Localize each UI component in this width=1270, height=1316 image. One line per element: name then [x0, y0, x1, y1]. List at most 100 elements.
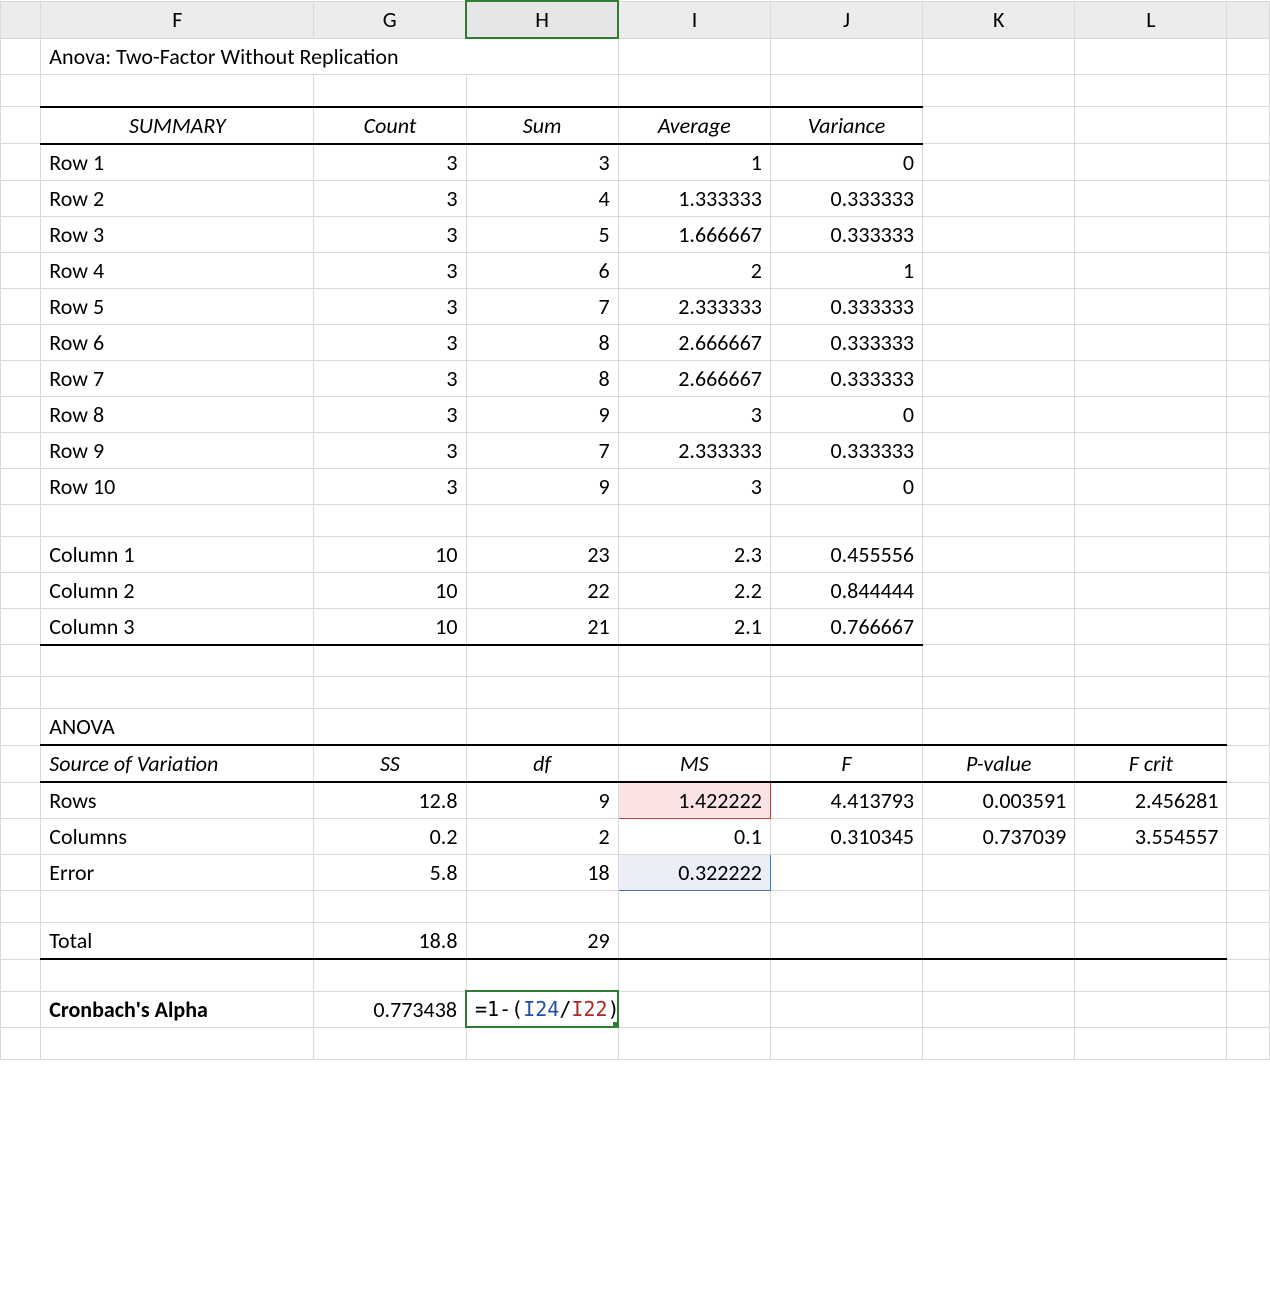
- table-row: Row 3351.6666670.333333: [1, 216, 1270, 252]
- cell[interactable]: [1075, 38, 1227, 75]
- formula-cell[interactable]: =1-(I24/I22): [466, 991, 618, 1027]
- row-blank: [1, 959, 1270, 991]
- row-stub[interactable]: [1, 645, 41, 677]
- row-blank: [1, 1027, 1270, 1059]
- summary-count[interactable]: Count: [314, 107, 466, 144]
- table-row: Row 103930: [1, 468, 1270, 504]
- formula-ref-i24: I24: [523, 997, 559, 1021]
- col-J[interactable]: J: [770, 1, 922, 38]
- cell[interactable]: [770, 38, 922, 75]
- table-row: Row 43621: [1, 252, 1270, 288]
- formula-ref-i22: I22: [571, 997, 607, 1021]
- cell-ms-rows[interactable]: 1.422222: [618, 782, 770, 819]
- row-stub[interactable]: [1, 75, 41, 107]
- row-title: Anova: Two-Factor Without Replication: [1, 38, 1270, 75]
- row-stub[interactable]: [1, 819, 41, 855]
- row-stub[interactable]: [1, 677, 41, 709]
- formula-slash: /: [559, 997, 571, 1021]
- row-cronbach: Cronbach's Alpha 0.773438 =1-(I24/I22): [1, 991, 1270, 1027]
- cell-ms-error[interactable]: 0.322222: [618, 855, 770, 891]
- row-stub[interactable]: [1, 855, 41, 891]
- row-stub[interactable]: [1, 1027, 41, 1059]
- table-row: Column 110232.30.455556: [1, 536, 1270, 572]
- col-G[interactable]: G: [314, 1, 466, 38]
- summary-label[interactable]: SUMMARY: [41, 107, 314, 144]
- row-stub[interactable]: [1, 396, 41, 432]
- col-I[interactable]: I: [618, 1, 770, 38]
- anova-p[interactable]: P-value: [923, 745, 1075, 782]
- anova-ms[interactable]: MS: [618, 745, 770, 782]
- cronbach-value[interactable]: 0.773438: [314, 991, 466, 1027]
- row-stub[interactable]: [1, 745, 41, 782]
- row-stub[interactable]: [1, 709, 41, 746]
- row-stub[interactable]: [1, 536, 41, 572]
- row-stub[interactable]: [1, 252, 41, 288]
- summary-sum[interactable]: Sum: [466, 107, 618, 144]
- table-row: Row 6382.6666670.333333: [1, 324, 1270, 360]
- col-H[interactable]: H: [466, 1, 618, 38]
- row-blank: [1, 645, 1270, 677]
- table-row: Row 2341.3333330.333333: [1, 180, 1270, 216]
- row-stub[interactable]: [1, 782, 41, 819]
- anova-ss[interactable]: SS: [314, 745, 466, 782]
- fill-handle[interactable]: [613, 1022, 618, 1027]
- row-stub[interactable]: [1, 608, 41, 645]
- row-stub[interactable]: [1, 468, 41, 504]
- row-stub[interactable]: [1, 572, 41, 608]
- anova-src[interactable]: Source of Variation: [41, 745, 314, 782]
- row-anova-total: Total 18.8 29: [1, 923, 1270, 960]
- summary-var[interactable]: Variance: [770, 107, 922, 144]
- row-stub[interactable]: [1, 991, 41, 1027]
- table-row: Columns 0.2 2 0.1 0.310345 0.737039 3.55…: [1, 819, 1270, 855]
- row-stub[interactable]: [1, 38, 41, 75]
- column-header-row: F G H I J K L: [1, 1, 1270, 38]
- table-row: Column 210222.20.844444: [1, 572, 1270, 608]
- table-row: Rows 12.8 9 1.422222 4.413793 0.003591 2…: [1, 782, 1270, 819]
- summary-avg[interactable]: Average: [618, 107, 770, 144]
- row-stub[interactable]: [1, 107, 41, 144]
- grid-table[interactable]: F G H I J K L Anova: Two-Factor Without …: [0, 0, 1270, 1060]
- table-row: Column 310212.10.766667: [1, 608, 1270, 645]
- col-L[interactable]: L: [1075, 1, 1227, 38]
- row-stub[interactable]: [1, 504, 41, 536]
- table-row: Row 9372.3333330.333333: [1, 432, 1270, 468]
- col-K[interactable]: K: [923, 1, 1075, 38]
- row-blank: [1, 504, 1270, 536]
- formula-prefix: =1-(: [475, 997, 523, 1021]
- row-anova-title: ANOVA: [1, 709, 1270, 746]
- table-row: Row 13310: [1, 144, 1270, 181]
- col-F[interactable]: F: [41, 1, 314, 38]
- col-end[interactable]: [1227, 1, 1270, 38]
- row-stub[interactable]: [1, 180, 41, 216]
- row-stub[interactable]: [1, 432, 41, 468]
- cell-title[interactable]: Anova: Two-Factor Without Replication: [41, 38, 618, 75]
- row-stub[interactable]: [1, 324, 41, 360]
- row-summary-header: SUMMARY Count Sum Average Variance: [1, 107, 1270, 144]
- row-stub[interactable]: [1, 923, 41, 960]
- col-stub[interactable]: [1, 1, 41, 38]
- row-blank: [1, 891, 1270, 923]
- cronbach-label[interactable]: Cronbach's Alpha: [41, 991, 314, 1027]
- cell[interactable]: [1227, 38, 1270, 75]
- table-row: Row 7382.6666670.333333: [1, 360, 1270, 396]
- table-row: Row 5372.3333330.333333: [1, 288, 1270, 324]
- anova-df[interactable]: df: [466, 745, 618, 782]
- row-stub[interactable]: [1, 288, 41, 324]
- row-blank: [1, 677, 1270, 709]
- formula-close: ): [607, 997, 618, 1021]
- row-stub[interactable]: [1, 360, 41, 396]
- row-stub[interactable]: [1, 891, 41, 923]
- anova-fc[interactable]: F crit: [1075, 745, 1227, 782]
- row-anova-header: Source of Variation SS df MS F P-value F…: [1, 745, 1270, 782]
- row-stub[interactable]: [1, 144, 41, 181]
- anova-f[interactable]: F: [770, 745, 922, 782]
- row-blank: [1, 75, 1270, 107]
- table-row: Error 5.8 18 0.322222: [1, 855, 1270, 891]
- cell[interactable]: [923, 38, 1075, 75]
- row-stub[interactable]: [1, 959, 41, 991]
- anova-title[interactable]: ANOVA: [41, 709, 314, 746]
- cell[interactable]: [618, 38, 770, 75]
- spreadsheet: F G H I J K L Anova: Two-Factor Without …: [0, 0, 1270, 1060]
- table-row: Row 83930: [1, 396, 1270, 432]
- row-stub[interactable]: [1, 216, 41, 252]
